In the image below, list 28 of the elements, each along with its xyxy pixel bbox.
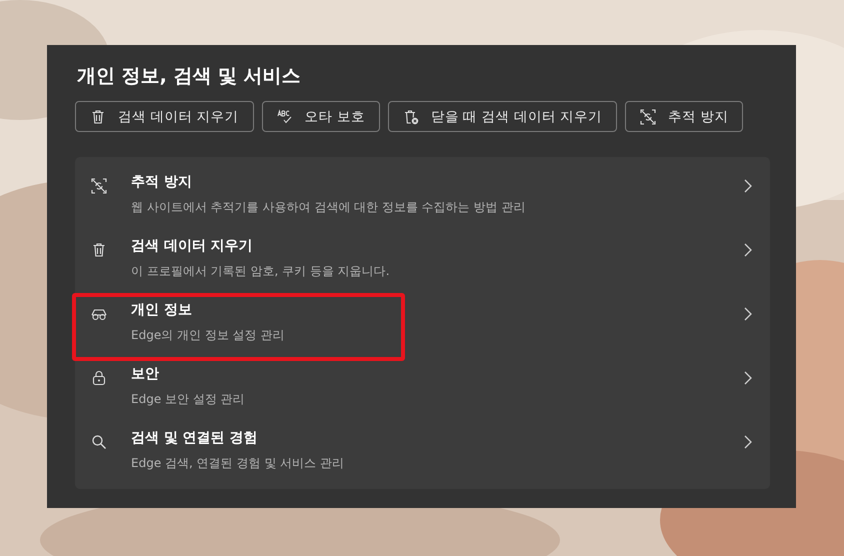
panel-title: 개인 정보, 검색 및 서비스 [77, 64, 302, 89]
item-title: 검색 데이터 지우기 [131, 237, 254, 255]
chevron-right-icon [744, 179, 752, 193]
quick-action-button[interactable]: 닫을 때 검색 데이터 지우기 [388, 101, 618, 132]
spellcheck-icon [276, 108, 293, 124]
tracking-prevention-icon [91, 178, 107, 194]
trash-icon [90, 108, 106, 124]
tracking-prevention-icon [640, 108, 656, 124]
item-description: Edge 검색, 연결된 경험 및 서비스 관리 [131, 455, 345, 472]
chevron-right-icon [744, 243, 752, 257]
quick-action-button[interactable]: 오타 보호 [262, 101, 380, 132]
chevron-right-icon [744, 435, 752, 449]
trash-x-icon [402, 108, 419, 124]
chevron-right-icon [744, 307, 752, 321]
item-title: 보안 [131, 365, 160, 383]
trash-icon [91, 242, 107, 258]
quick-action-button[interactable]: 추적 방지 [625, 101, 744, 132]
lock-icon [91, 370, 107, 386]
item-description: Edge의 개인 정보 설정 관리 [131, 327, 286, 344]
item-title: 검색 및 연결된 경험 [131, 429, 259, 447]
item-description: 웹 사이트에서 추적기를 사용하여 검색에 대한 정보를 수집하는 방법 관리 [131, 199, 526, 216]
search-icon [91, 434, 107, 450]
item-description: Edge 보안 설정 관리 [131, 391, 246, 408]
item-title: 추적 방지 [131, 173, 193, 191]
item-title: 개인 정보 [131, 301, 193, 319]
item-description: 이 프로필에서 기록된 암호, 쿠키 등을 지웁니다. [131, 263, 391, 280]
chevron-right-icon [744, 371, 752, 385]
quick-action-button[interactable]: 검색 데이터 지우기 [75, 101, 254, 132]
